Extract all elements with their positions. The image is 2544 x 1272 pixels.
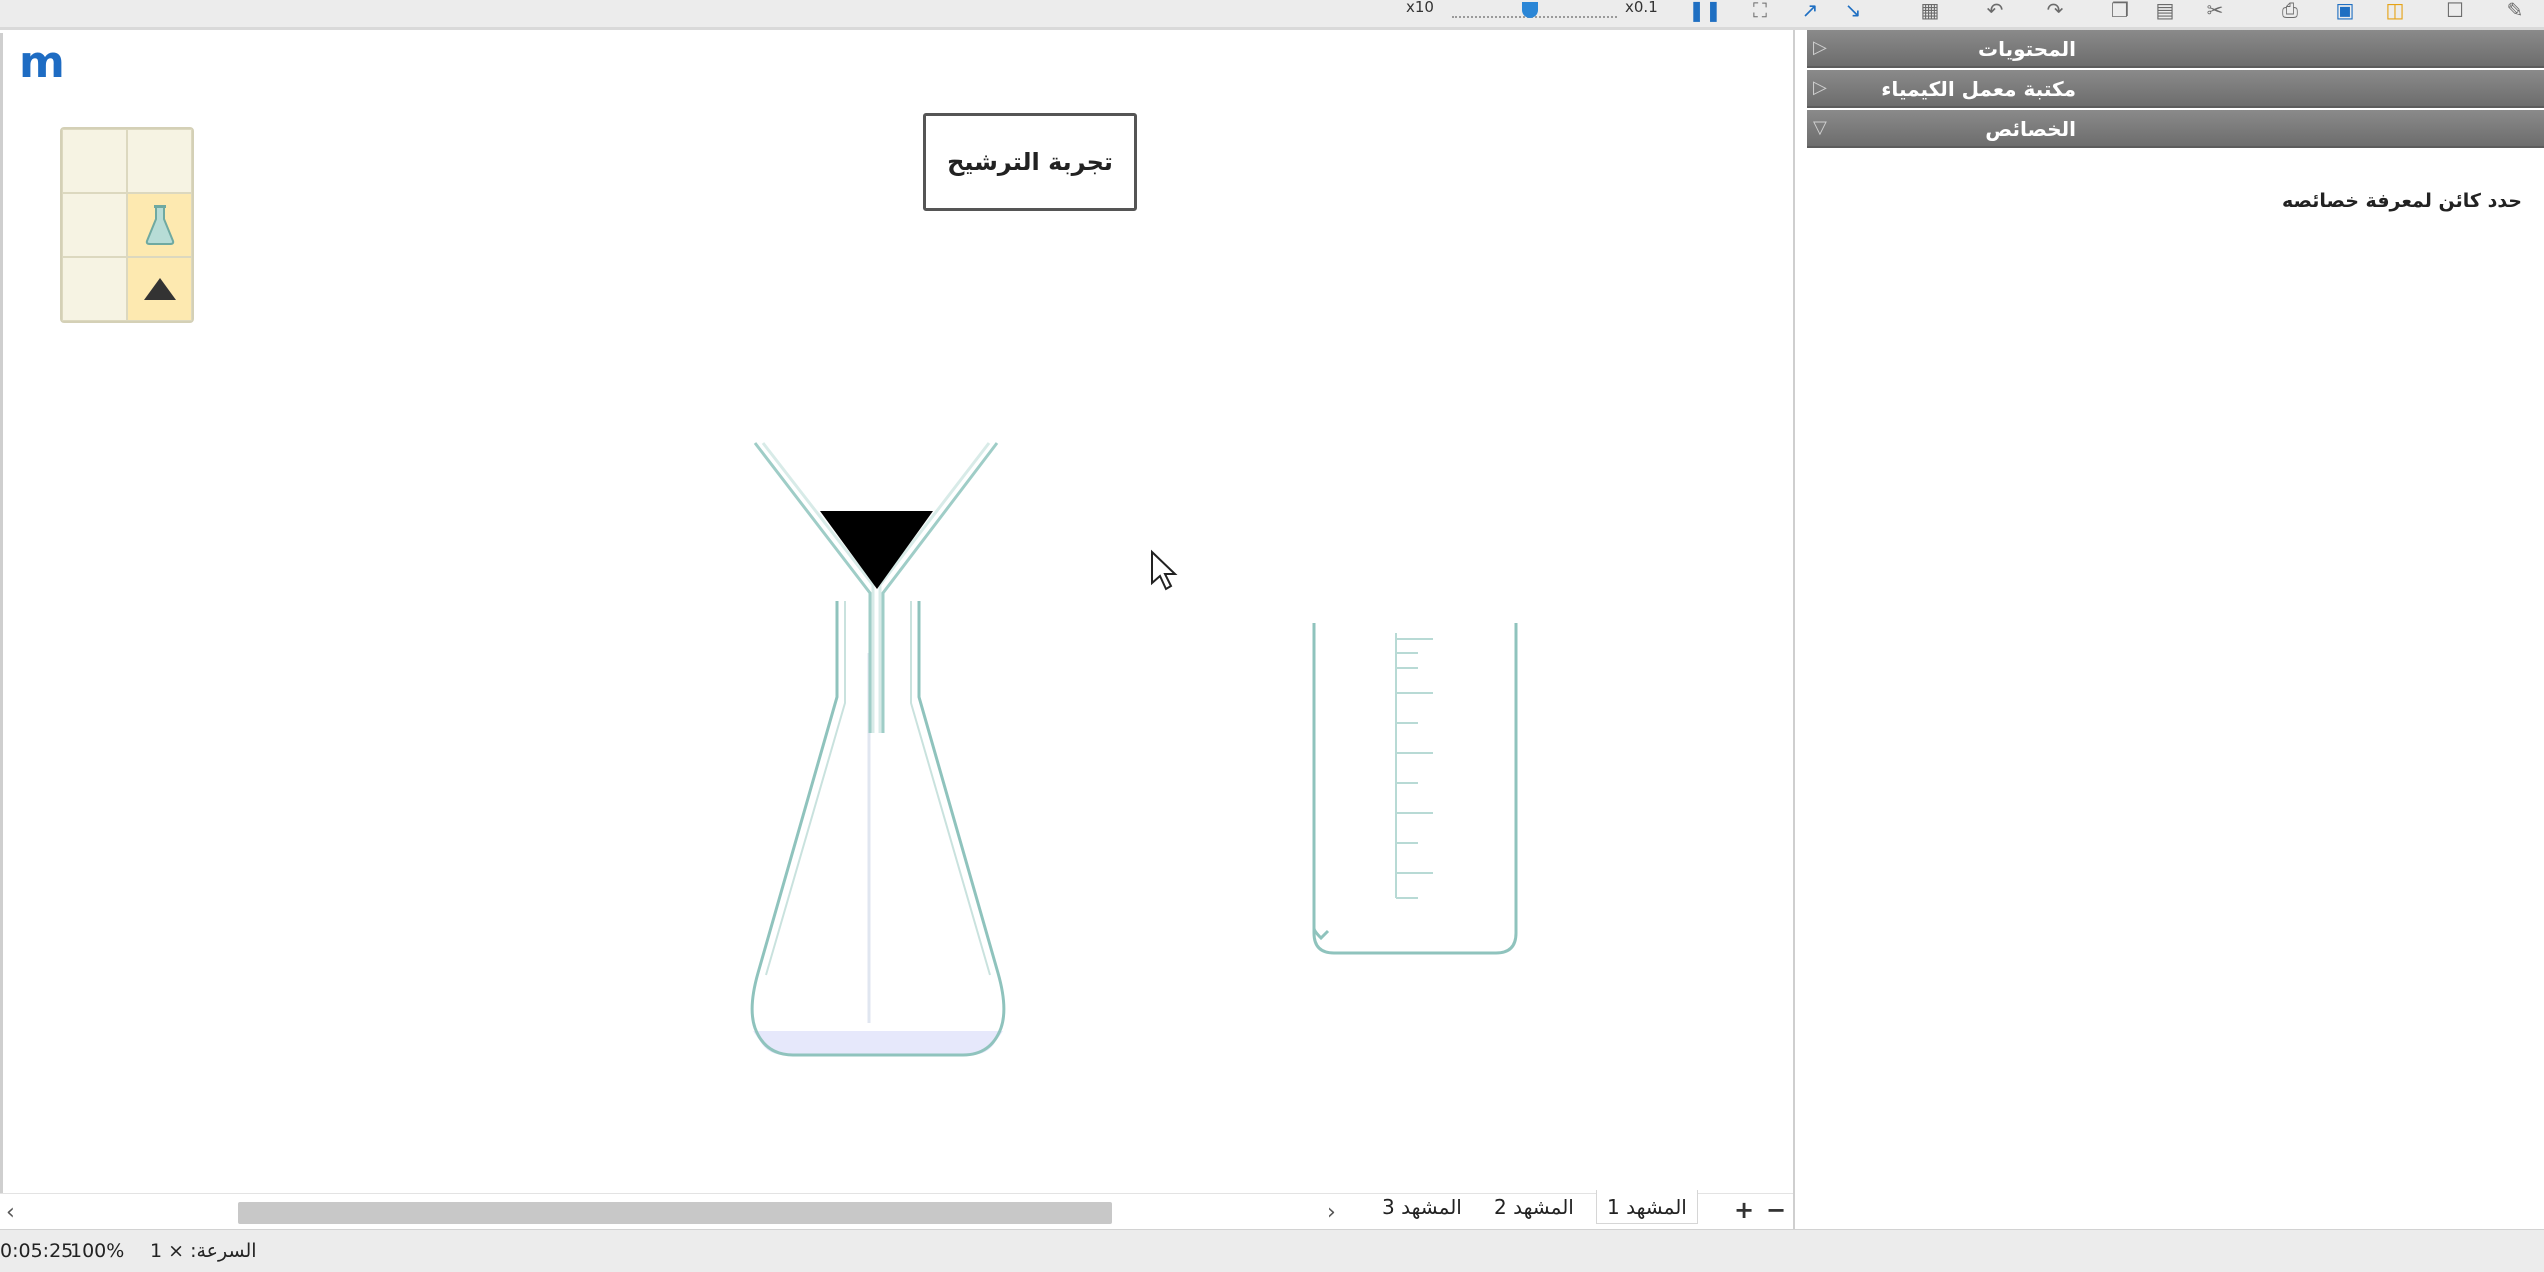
grid-icon[interactable]: ▦ [1915, 0, 1945, 22]
lab-apparatus [750, 442, 1518, 1057]
funnel[interactable] [753, 442, 999, 733]
pause-icon[interactable]: ❚❚ [1688, 0, 1722, 22]
new-file-icon[interactable]: ☐ [2440, 0, 2470, 22]
redo-icon[interactable]: ↷ [2040, 0, 2070, 22]
save-icon[interactable]: ▣ [2330, 0, 2360, 22]
side-panel: ▷ المحتويات ▷ مكتبة معمل الكيمياء ▽ الخص… [1793, 30, 2544, 1229]
panel-section-label: مكتبة معمل الكيمياء [1881, 77, 2076, 101]
cut-icon[interactable]: ✂ [2200, 0, 2230, 22]
print-icon[interactable]: ⎙ [2275, 0, 2305, 22]
speed-min-label: x10 [1406, 0, 1434, 16]
open-folder-icon[interactable]: ◫ [2380, 0, 2410, 22]
scroll-right-icon[interactable]: › [1327, 1200, 1336, 1225]
properties-hint: حدد كائن لمعرفة خصائصه [2282, 190, 2522, 212]
beaker[interactable] [1312, 623, 1518, 955]
zoom-out-icon[interactable]: ↘ [1838, 0, 1868, 22]
copy-icon[interactable]: ❐ [2105, 0, 2135, 22]
scroll-left-icon[interactable]: ‹ [6, 1200, 15, 1225]
zoom-fit-icon[interactable]: ⛶ [1745, 0, 1775, 22]
help-icon[interactable]: ✎ [2500, 0, 2530, 22]
speed-max-label: x0.1 [1625, 0, 1658, 16]
panel-section-label: الخصائص [1985, 117, 2076, 141]
toolbar: x10 x0.1 ❚❚ ⛶ ↗ ↘ ▦ ↶ ↷ ❐ ▤ ✂ ⎙ ▣ ◫ ☐ ✎ [0, 0, 2544, 30]
status-zoom: 100% [70, 1240, 125, 1262]
speed-slider-thumb[interactable] [1522, 2, 1538, 18]
status-time: 0:05:25 [0, 1240, 74, 1262]
remove-scene-button[interactable]: − [1766, 1196, 1786, 1224]
paste-icon[interactable]: ▤ [2150, 0, 2180, 22]
expand-arrow-icon: ▷ [1813, 37, 1827, 58]
panel-section-label: المحتويات [1977, 37, 2076, 61]
mouse-cursor-icon [1151, 549, 1178, 591]
panel-section-contents[interactable]: ▷ المحتويات [1807, 30, 2544, 68]
status-speed: السرعة: × 1 [150, 1240, 257, 1262]
undo-icon[interactable]: ↶ [1980, 0, 2010, 22]
expand-arrow-icon: ▷ [1813, 77, 1827, 98]
collapse-arrow-icon: ▽ [1813, 117, 1827, 138]
app-window: x10 x0.1 ❚❚ ⛶ ↗ ↘ ▦ ↶ ↷ ❐ ▤ ✂ ⎙ ▣ ◫ ☐ ✎ … [0, 0, 2544, 1272]
speed-slider[interactable] [1452, 2, 1617, 24]
erlenmeyer-flask[interactable] [750, 601, 1006, 1057]
tab-scene-2[interactable]: المشهد 2 [1484, 1190, 1584, 1224]
scroll-thumb[interactable] [238, 1202, 1112, 1224]
tab-scene-3[interactable]: المشهد 3 [1372, 1190, 1472, 1224]
canvas[interactable]: m تجربة الترشيح [0, 33, 1793, 1193]
status-bar: 0:05:25 100% السرعة: × 1 [0, 1229, 2544, 1272]
panel-section-library[interactable]: ▷ مكتبة معمل الكيمياء [1807, 70, 2544, 108]
zoom-in-icon[interactable]: ↗ [1795, 0, 1825, 22]
panel-section-properties[interactable]: ▽ الخصائص [1807, 110, 2544, 148]
add-scene-button[interactable]: + [1734, 1196, 1754, 1224]
tab-scene-1[interactable]: المشهد 1 [1596, 1190, 1698, 1224]
